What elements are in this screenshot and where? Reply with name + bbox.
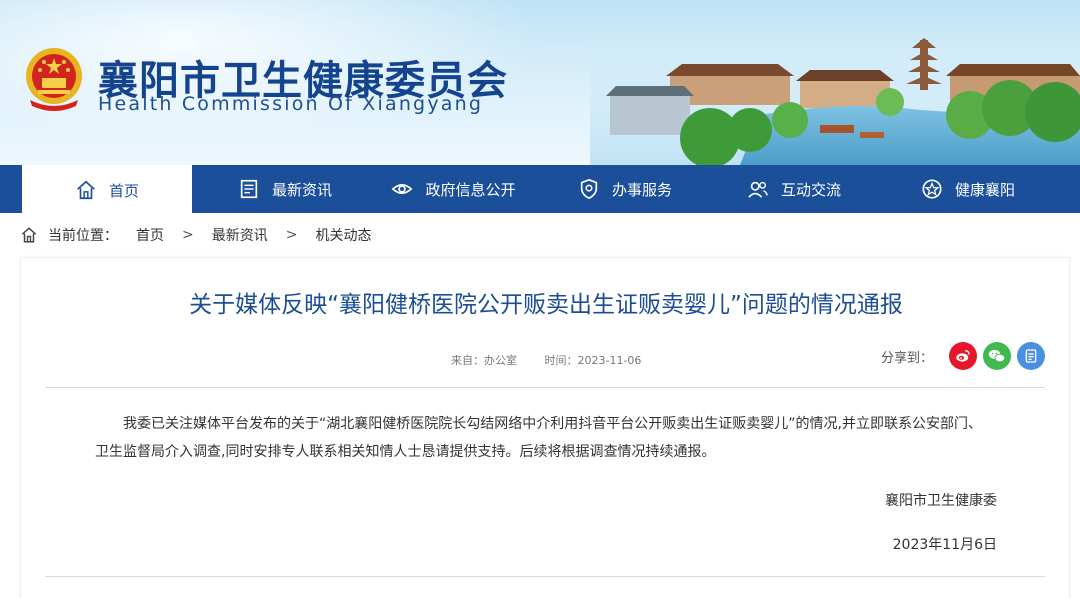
nav-label-healthy-xiangyang: 健康襄阳 [954, 180, 1015, 199]
article-source: 来自：办公室 [451, 354, 517, 367]
header-banner: 襄阳市卫生健康委员会 Health Commission Of Xiangyan… [0, 0, 1080, 165]
nav-item-home[interactable]: 首页 [22, 165, 192, 215]
wechat-icon [988, 349, 1006, 363]
breadcrumb-separator: > [285, 227, 298, 243]
breadcrumb-prefix: 当前位置： [48, 228, 118, 244]
national-emblem-icon [26, 48, 82, 111]
chat-icon [748, 181, 768, 198]
city-scenery-image [590, 20, 1080, 165]
breadcrumb-home-icon [21, 227, 37, 243]
article-panel: 关于媒体反映“襄阳健桥医院公开贩卖出生证贩卖婴儿”问题的情况通报 来自：办公室 … [20, 257, 1070, 598]
article-time: 时间：2023-11-06 [544, 354, 642, 367]
breadcrumb-news-link[interactable]: 最新资讯 [212, 225, 268, 245]
weibo-icon [956, 350, 970, 362]
news-icon [240, 179, 258, 199]
article-divider [45, 387, 1045, 388]
nav-item-news[interactable]: 最新资讯 [230, 165, 340, 213]
share-wechat-button[interactable] [983, 342, 1011, 370]
document-share-icon [1025, 349, 1037, 363]
article-signature: 襄阳市卫生健康委 [885, 493, 997, 509]
home-icon [77, 180, 95, 200]
site-subtitle: Health Commission Of Xiangyang [98, 93, 484, 115]
nav-item-gov-info[interactable]: 政府信息公开 [386, 165, 521, 213]
article-date: 2023年11月6日 [892, 537, 997, 553]
shield-icon [580, 178, 598, 200]
nav-label-news: 最新资讯 [271, 180, 332, 199]
nav-item-interaction[interactable]: 互动交流 [742, 165, 846, 213]
main-nav: 首页 最新资讯 政府信息公开 办事服务 互动交流 健康襄阳 [0, 165, 1080, 215]
share-label: 分享到： [880, 350, 933, 366]
share-weibo-button[interactable] [949, 342, 977, 370]
nav-label-home: 首页 [108, 181, 139, 200]
breadcrumb: 当前位置： 首页 > 最新资讯 > 机关动态 [20, 222, 371, 248]
article-body: 我委已关注媒体平台发布的关于“湖北襄阳健桥医院院长勾结网络中介利用抖音平台公开贩… [95, 416, 982, 460]
breadcrumb-home-link[interactable]: 首页 [136, 225, 164, 245]
health-icon [922, 179, 942, 199]
breadcrumb-agency-news-link[interactable]: 机关动态 [315, 225, 371, 245]
share-other-button[interactable] [1017, 342, 1045, 370]
nav-label-services: 办事服务 [611, 180, 672, 199]
article-title: 关于媒体反映“襄阳健桥医院公开贩卖出生证贩卖婴儿”问题的情况通报 [189, 292, 903, 318]
nav-label-interaction: 互动交流 [780, 180, 841, 199]
breadcrumb-separator: > [182, 227, 194, 243]
article-bottom-divider [45, 576, 1045, 577]
nav-item-healthy-xiangyang[interactable]: 健康襄阳 [916, 165, 1020, 213]
nav-label-gov-info: 政府信息公开 [425, 180, 516, 199]
share-bar: 分享到： [881, 342, 1045, 370]
article-meta: 来自：办公室 时间：2023-11-06 [451, 352, 665, 368]
nav-item-services[interactable]: 办事服务 [574, 165, 676, 213]
eye-icon [392, 184, 413, 194]
